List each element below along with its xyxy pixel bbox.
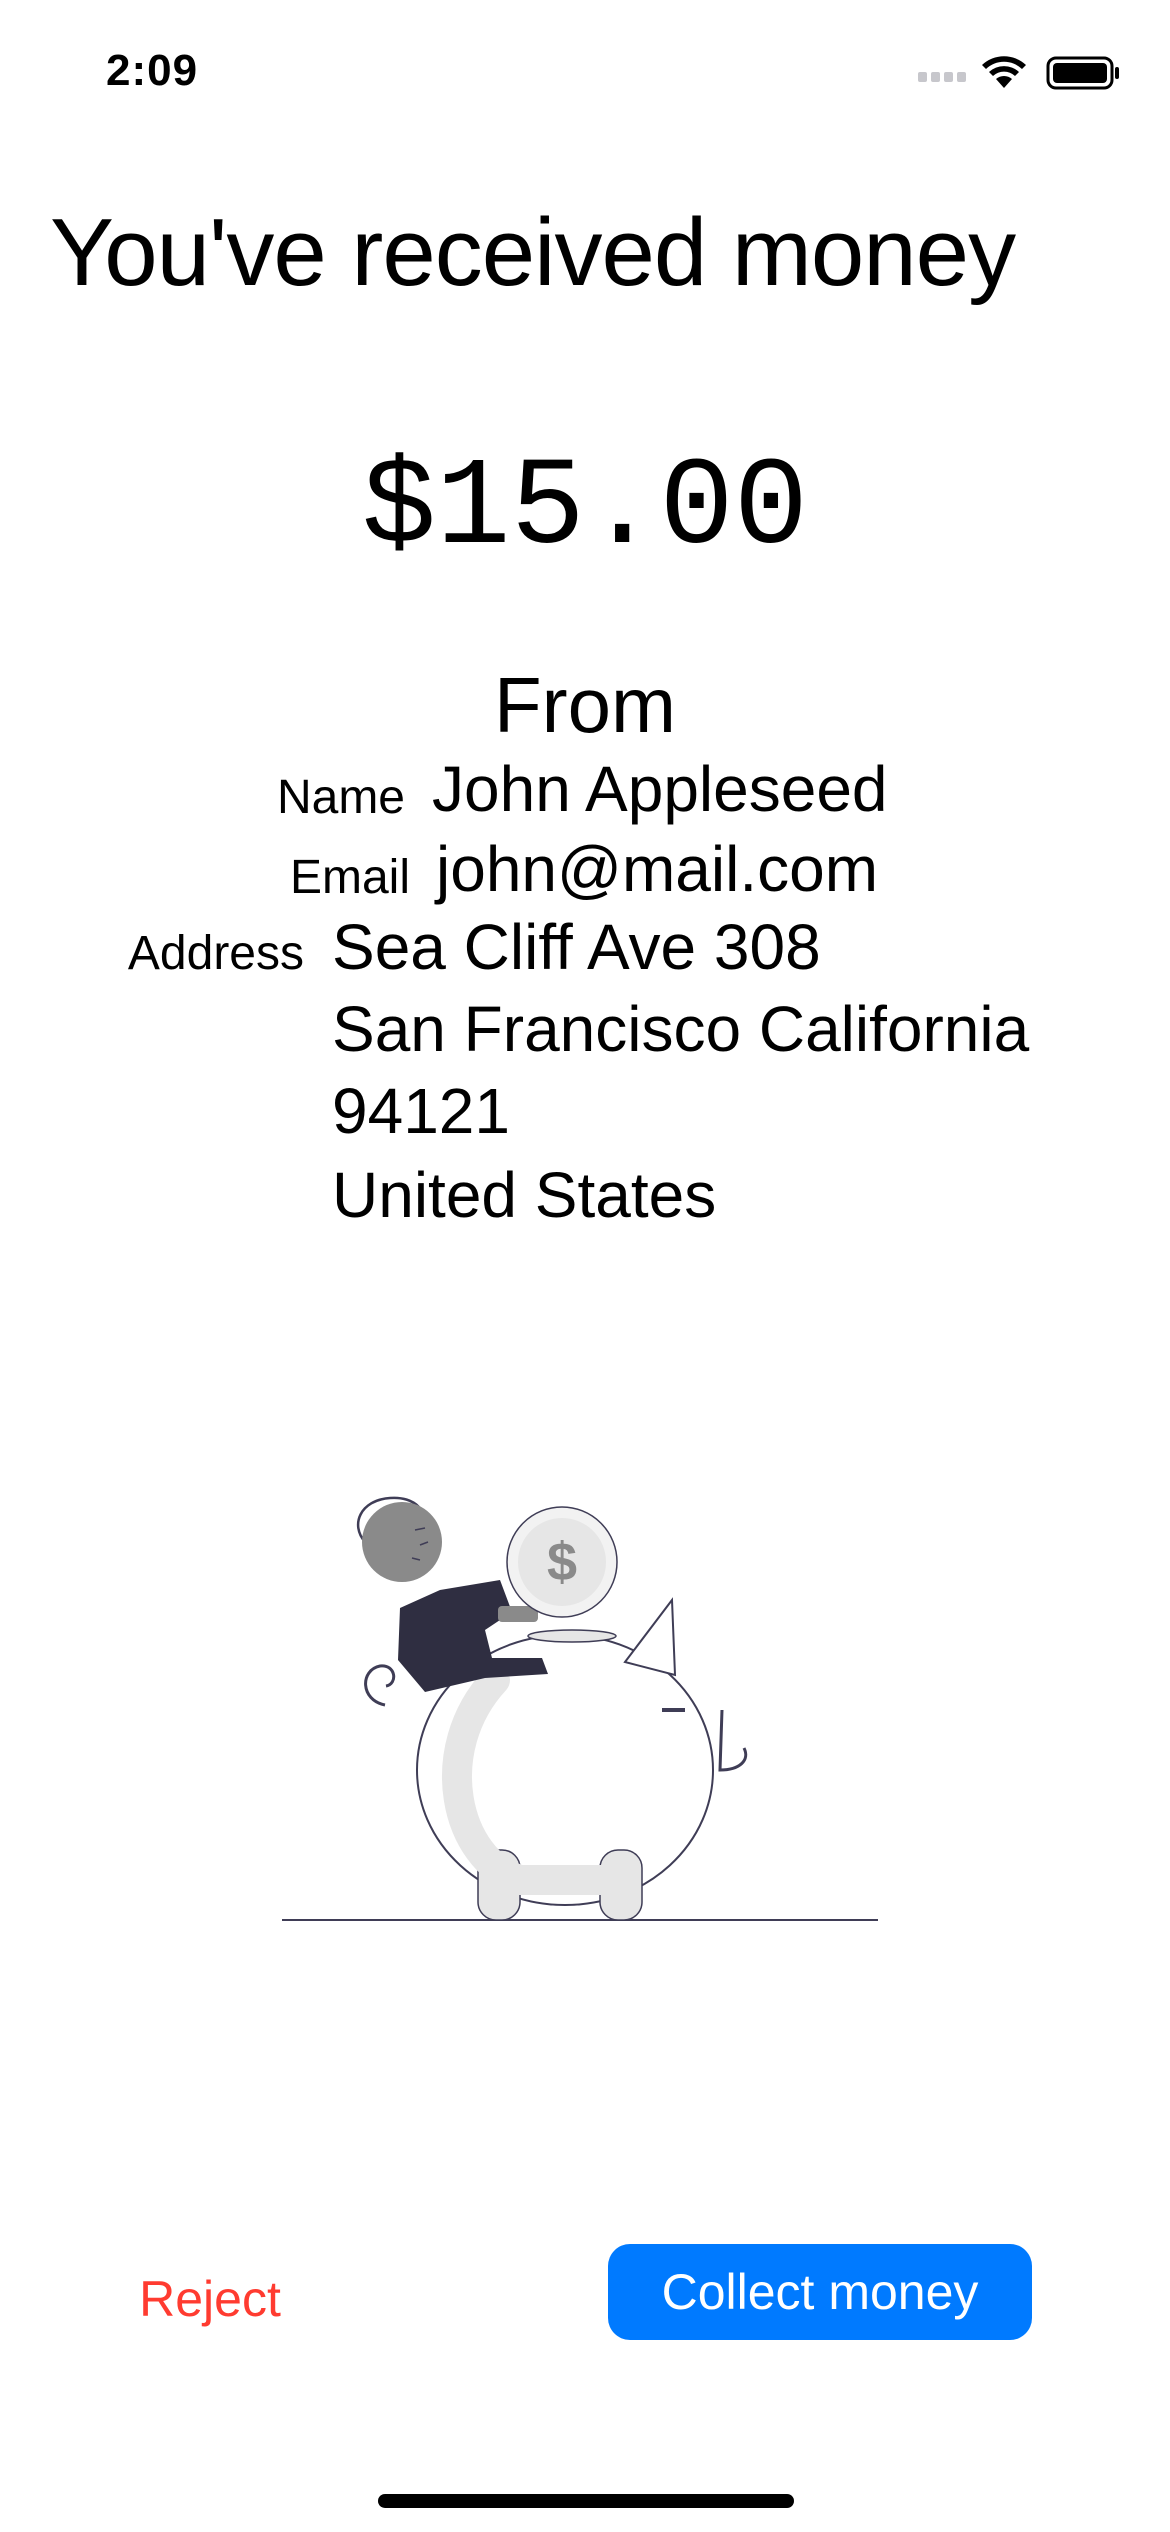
status-bar: 2:09 (0, 0, 1170, 140)
received-amount: $15.00 (361, 440, 809, 580)
status-icons (918, 56, 1119, 90)
address-label: Address (127, 927, 304, 980)
status-time: 2:09 (106, 46, 199, 95)
reject-button[interactable]: Reject (120, 2252, 300, 2346)
address-line-3: 94121 (332, 1075, 510, 1147)
email-label: Email (289, 851, 410, 904)
coin-symbol: $ (547, 1532, 577, 1592)
piggy-bank-illustration: $ (282, 1496, 878, 1921)
from-heading: From (494, 661, 676, 749)
page-title: You've received money (50, 199, 1016, 306)
wifi-icon (982, 56, 1026, 88)
address-line-4: United States (332, 1159, 717, 1231)
coin-icon: $ (506, 1506, 618, 1618)
home-indicator[interactable] (378, 2494, 794, 2508)
collect-money-button[interactable]: Collect money (608, 2244, 1032, 2340)
battery-icon (1046, 56, 1119, 90)
address-line-2: San Francisco California (332, 993, 1030, 1065)
sender-name: John Appleseed (432, 753, 888, 825)
sender-email: john@mail.com (436, 833, 878, 905)
name-label: Name (276, 771, 405, 824)
signal-icon (918, 72, 966, 82)
address-line-1: Sea Cliff Ave 308 (332, 911, 821, 983)
